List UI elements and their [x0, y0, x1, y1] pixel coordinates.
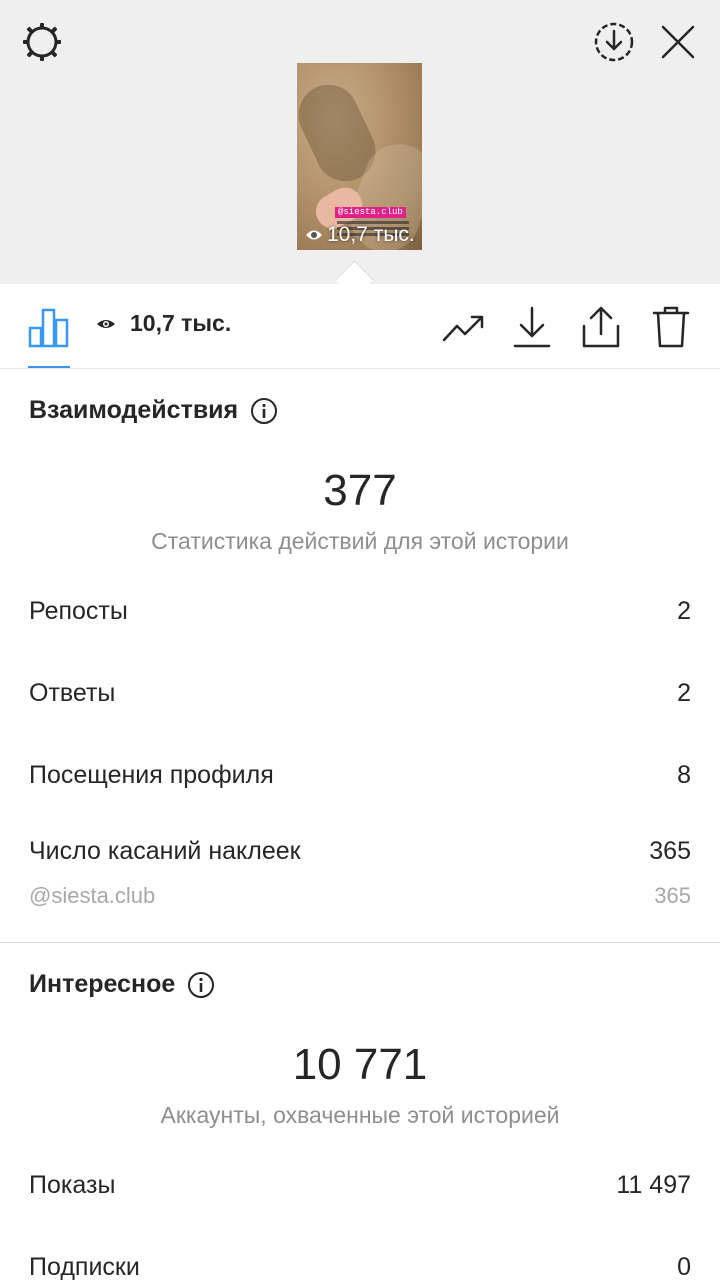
stat-value: 2 — [677, 597, 691, 625]
close-icon — [661, 25, 695, 59]
trending-up-icon — [442, 315, 484, 342]
section-title: Взаимодействия — [29, 396, 239, 424]
download-button[interactable] — [512, 304, 552, 350]
gear-icon — [23, 23, 61, 61]
stat-row: Ответы 2 — [29, 679, 691, 708]
interactions-header: Взаимодействия — [29, 396, 278, 425]
save-story-button[interactable] — [592, 20, 636, 64]
settings-button[interactable] — [20, 20, 64, 64]
discovery-header: Интересное — [29, 970, 215, 999]
reach-subtitle: Аккаунты, охваченные этой историей — [160, 1102, 560, 1128]
stat-row: Репосты 2 — [29, 597, 691, 626]
download-circle-icon — [594, 22, 634, 62]
stat-row: Подписки 0 — [29, 1253, 691, 1282]
sticker-stat-row: @siesta.club 365 — [29, 883, 691, 909]
stat-label: Подписки — [29, 1253, 140, 1281]
insights-toolbar: 10,7 тыс. — [0, 284, 720, 369]
story-preview-area: @siesta.club 10,7 тыс. — [0, 0, 720, 284]
stat-label: Показы — [29, 1171, 116, 1199]
share-button[interactable] — [580, 304, 622, 350]
delete-button[interactable] — [652, 304, 690, 350]
viewers-count: 10,7 тыс. — [130, 310, 232, 336]
stat-value: 8 — [677, 761, 691, 789]
stat-label: Посещения профиля — [29, 761, 274, 789]
close-button[interactable] — [658, 22, 698, 62]
stat-label: Репосты — [29, 597, 128, 625]
story-thumbnail[interactable]: @siesta.club 10,7 тыс. — [297, 63, 422, 250]
stat-label: Ответы — [29, 679, 116, 707]
interactions-subtitle: Статистика действий для этой истории — [151, 528, 569, 554]
insights-tab[interactable] — [28, 306, 70, 348]
stat-row: Посещения профиля 8 — [29, 761, 691, 790]
section-divider — [0, 942, 720, 943]
stat-value: 365 — [649, 837, 691, 865]
reach-total: 10 771 — [292, 1040, 428, 1089]
trash-icon — [652, 306, 690, 348]
stat-value: 0 — [677, 1253, 691, 1281]
info-icon[interactable] — [250, 397, 278, 425]
download-icon — [513, 306, 551, 348]
stat-row: Показы 11 497 — [29, 1171, 691, 1200]
eye-icon — [306, 230, 322, 240]
story-views: 10,7 тыс. — [305, 223, 415, 247]
bar-chart-icon — [28, 308, 69, 348]
stat-value: 2 — [677, 679, 691, 707]
viewers-tab[interactable]: 10,7 тыс. — [96, 310, 231, 337]
interactions-total: 377 — [323, 466, 397, 515]
story-sticker-tag: @siesta.club — [335, 207, 406, 218]
active-tab-indicator — [28, 366, 70, 368]
section-title: Интересное — [29, 970, 176, 998]
stat-label: @siesta.club — [29, 883, 156, 908]
info-icon[interactable] — [187, 971, 215, 999]
story-views-count: 10,7 тыс. — [327, 223, 415, 246]
stat-value: 11 497 — [616, 1171, 691, 1199]
share-icon — [582, 306, 620, 348]
eye-icon — [97, 319, 115, 328]
stat-row: Число касаний наклеек 365 — [29, 837, 691, 866]
promote-button[interactable] — [442, 308, 486, 348]
stat-value: 365 — [654, 883, 691, 908]
stat-label: Число касаний наклеек — [29, 837, 301, 865]
